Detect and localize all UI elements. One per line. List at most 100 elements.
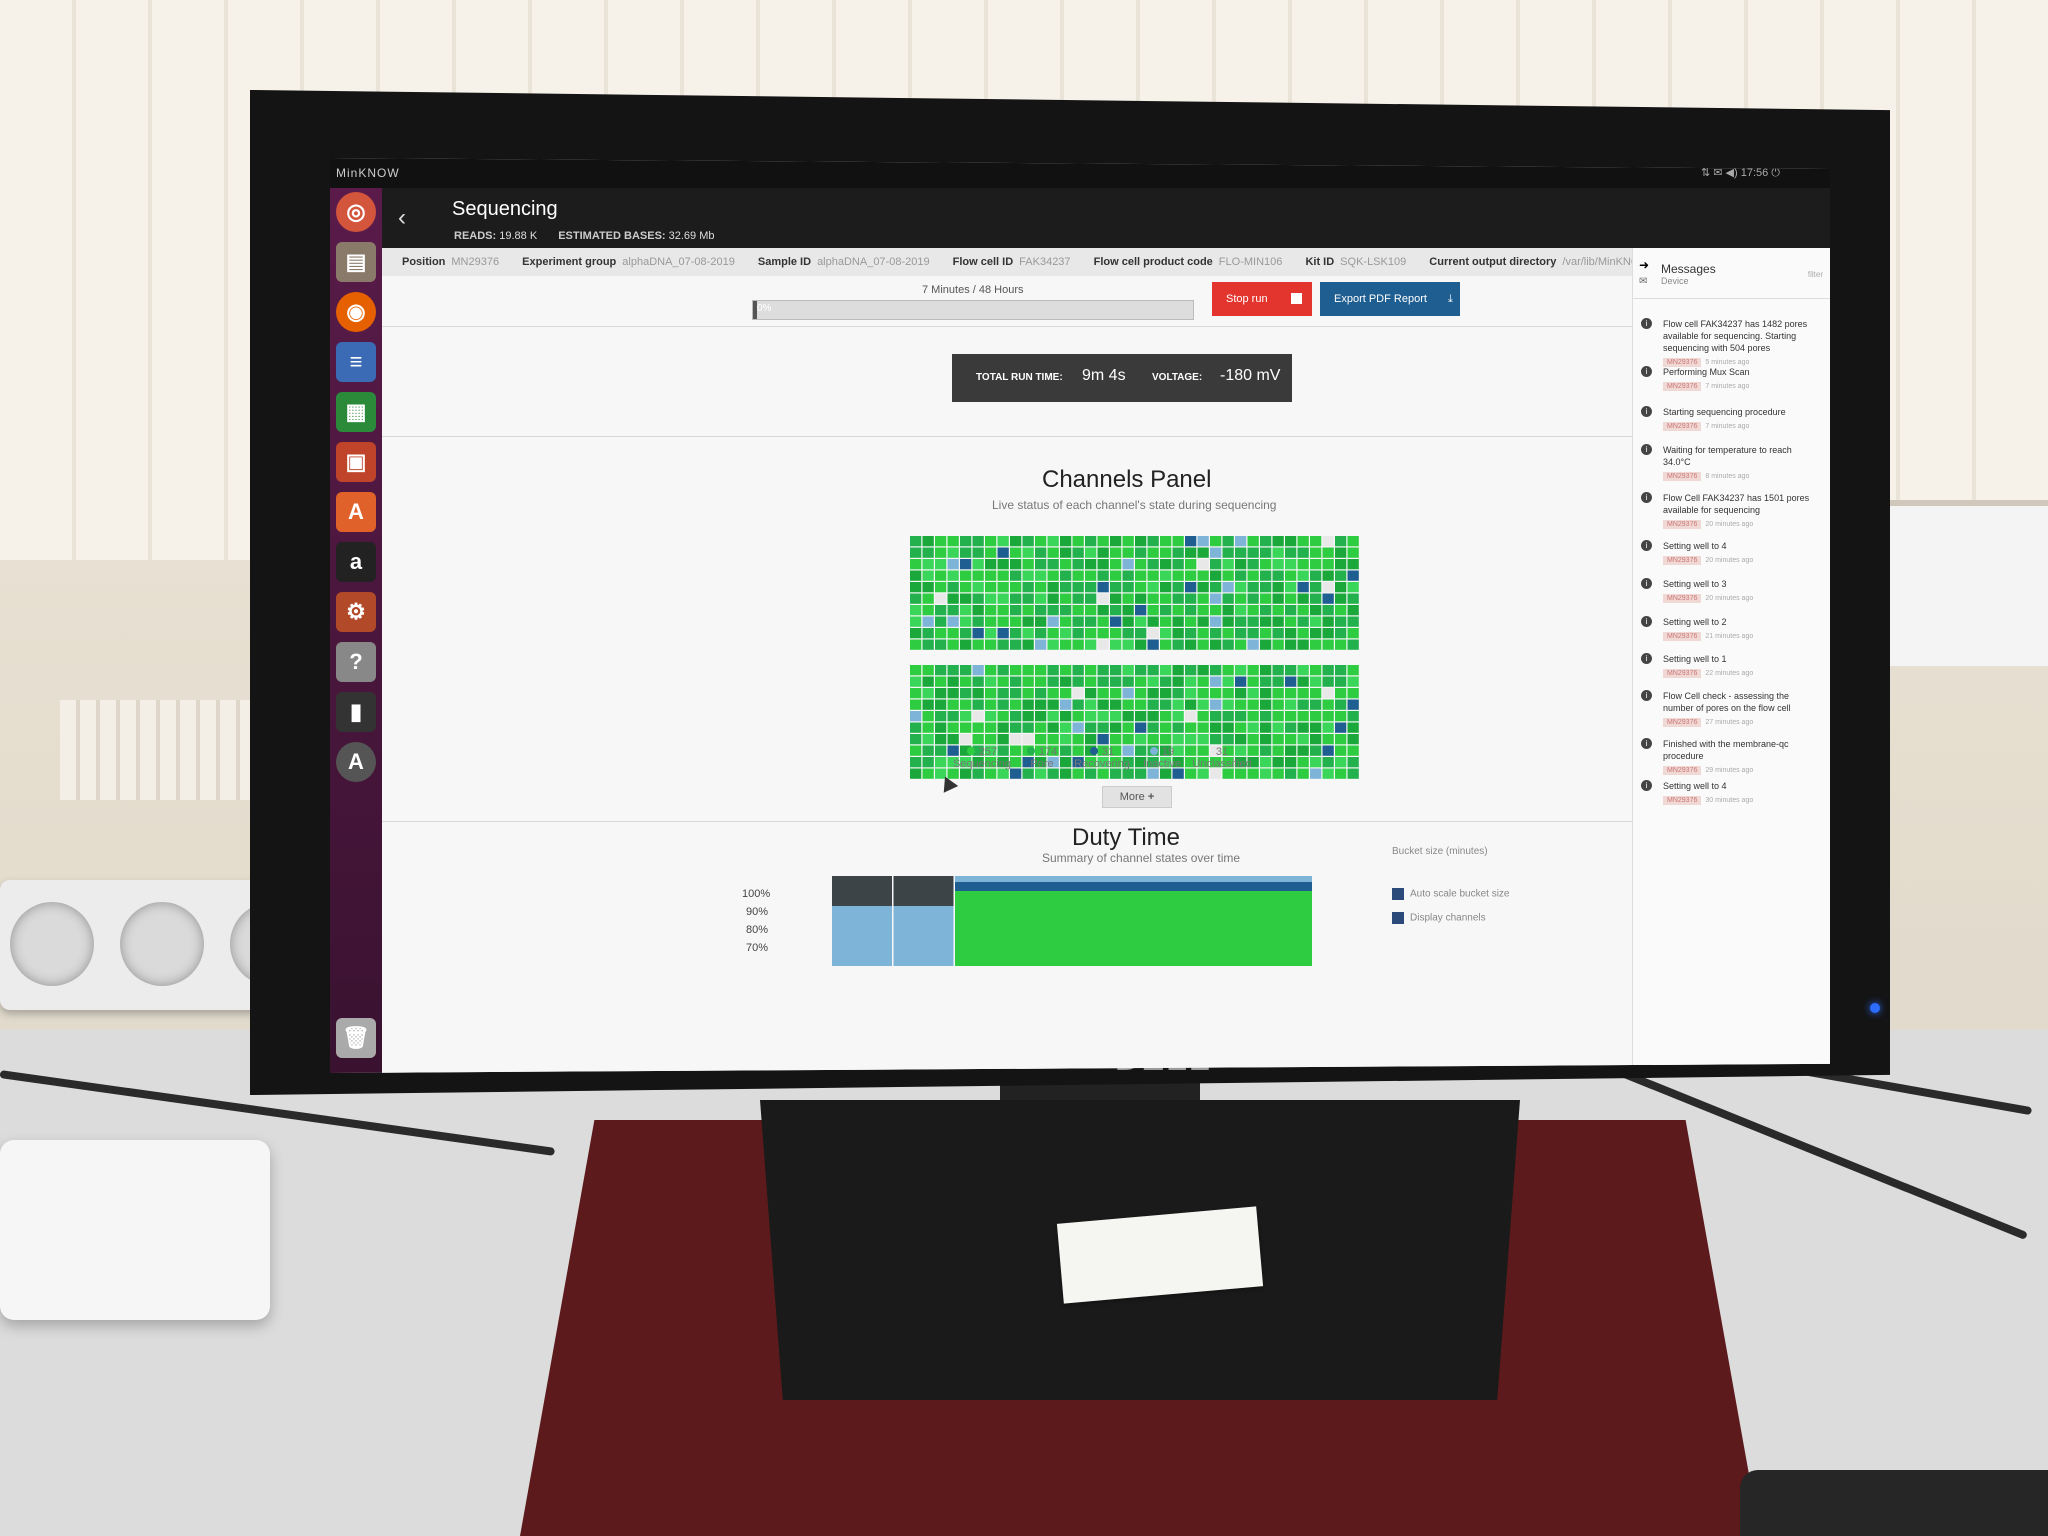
- channel-cell[interactable]: [1035, 605, 1047, 616]
- channel-cell[interactable]: [1110, 722, 1122, 733]
- channel-cell[interactable]: [1085, 582, 1097, 593]
- channel-cell[interactable]: [922, 582, 934, 593]
- channel-cell[interactable]: [1247, 676, 1259, 687]
- channel-cell[interactable]: [1210, 639, 1222, 650]
- channel-cell[interactable]: [985, 582, 997, 593]
- channel-cell[interactable]: [1285, 593, 1297, 604]
- channel-cell[interactable]: [1035, 570, 1047, 581]
- channel-cell[interactable]: [1247, 665, 1259, 676]
- channel-cell[interactable]: [1297, 616, 1309, 627]
- channel-cell[interactable]: [1210, 628, 1222, 639]
- channel-cell[interactable]: [1210, 676, 1222, 687]
- channel-cell[interactable]: [1310, 768, 1322, 779]
- channel-cell[interactable]: [1072, 768, 1084, 779]
- channel-cell[interactable]: [960, 639, 972, 650]
- channel-cell[interactable]: [972, 676, 984, 687]
- channel-cell[interactable]: [1172, 699, 1184, 710]
- channel-cell[interactable]: [1172, 734, 1184, 745]
- channel-cell[interactable]: [1035, 547, 1047, 558]
- channel-cell[interactable]: [935, 559, 947, 570]
- channel-cell[interactable]: [985, 734, 997, 745]
- channel-cell[interactable]: [1147, 639, 1159, 650]
- channel-cell[interactable]: [1135, 605, 1147, 616]
- channel-cell[interactable]: [1235, 593, 1247, 604]
- channel-cell[interactable]: [935, 628, 947, 639]
- channel-cell[interactable]: [1147, 688, 1159, 699]
- channel-cell[interactable]: [1097, 699, 1109, 710]
- channel-cell[interactable]: [1347, 734, 1359, 745]
- channel-cell[interactable]: [947, 665, 959, 676]
- channel-cell[interactable]: [1060, 628, 1072, 639]
- channel-cell[interactable]: [1197, 711, 1209, 722]
- channel-cell[interactable]: [1247, 570, 1259, 581]
- channel-cell[interactable]: [1172, 711, 1184, 722]
- channel-cell[interactable]: [1135, 570, 1147, 581]
- channel-cell[interactable]: [1172, 688, 1184, 699]
- channel-cell[interactable]: [1122, 582, 1134, 593]
- channel-cell[interactable]: [1297, 676, 1309, 687]
- channel-cell[interactable]: [1347, 628, 1359, 639]
- channel-cell[interactable]: [1222, 593, 1234, 604]
- channel-cell[interactable]: [1247, 616, 1259, 627]
- channel-cell[interactable]: [922, 734, 934, 745]
- channel-cell[interactable]: [985, 639, 997, 650]
- channel-cell[interactable]: [972, 628, 984, 639]
- channel-cell[interactable]: [1135, 559, 1147, 570]
- channel-cell[interactable]: [1197, 639, 1209, 650]
- channel-cell[interactable]: [1272, 547, 1284, 558]
- channel-cell[interactable]: [1310, 536, 1322, 547]
- channel-cell[interactable]: [1185, 676, 1197, 687]
- channel-cell[interactable]: [1135, 734, 1147, 745]
- channel-cell[interactable]: [1035, 665, 1047, 676]
- channel-cell[interactable]: [1110, 616, 1122, 627]
- channel-cell[interactable]: [935, 605, 947, 616]
- channel-cell[interactable]: [1097, 722, 1109, 733]
- channel-cell[interactable]: [1210, 536, 1222, 547]
- channel-cell[interactable]: [1035, 582, 1047, 593]
- channel-cell[interactable]: [1060, 768, 1072, 779]
- channel-cell[interactable]: [1222, 536, 1234, 547]
- channel-cell[interactable]: [1172, 559, 1184, 570]
- channel-cell[interactable]: [1347, 711, 1359, 722]
- channel-cell[interactable]: [1110, 605, 1122, 616]
- channel-cell[interactable]: [1110, 676, 1122, 687]
- channel-cell[interactable]: [1285, 711, 1297, 722]
- channel-cell[interactable]: [1335, 665, 1347, 676]
- channel-cell[interactable]: [1185, 547, 1197, 558]
- channel-cell[interactable]: [1322, 570, 1334, 581]
- channel-cell[interactable]: [1297, 757, 1309, 768]
- channel-cell[interactable]: [1085, 616, 1097, 627]
- channel-cell[interactable]: [1110, 734, 1122, 745]
- channel-cell[interactable]: [985, 616, 997, 627]
- channel-cell[interactable]: [1285, 639, 1297, 650]
- channel-cell[interactable]: [1197, 593, 1209, 604]
- channel-cell[interactable]: [985, 570, 997, 581]
- channel-cell[interactable]: [1122, 639, 1134, 650]
- channel-cell[interactable]: [1235, 676, 1247, 687]
- channel-cell[interactable]: [1347, 547, 1359, 558]
- channel-cell[interactable]: [1010, 605, 1022, 616]
- channel-cell[interactable]: [1310, 665, 1322, 676]
- channel-cell[interactable]: [1197, 547, 1209, 558]
- channel-cell[interactable]: [1072, 639, 1084, 650]
- channel-cell[interactable]: [985, 605, 997, 616]
- channel-cell[interactable]: [1222, 547, 1234, 558]
- channel-cell[interactable]: [1072, 711, 1084, 722]
- channel-cell[interactable]: [1210, 582, 1222, 593]
- channel-cell[interactable]: [1297, 745, 1309, 756]
- channel-cell[interactable]: [1072, 734, 1084, 745]
- channel-cell[interactable]: [1022, 711, 1034, 722]
- channel-cell[interactable]: [1135, 722, 1147, 733]
- channel-cell[interactable]: [1135, 699, 1147, 710]
- channel-cell[interactable]: [1322, 734, 1334, 745]
- channel-cell[interactable]: [1285, 699, 1297, 710]
- channel-cell[interactable]: [1322, 722, 1334, 733]
- channel-cell[interactable]: [1135, 582, 1147, 593]
- channel-cell[interactable]: [1210, 699, 1222, 710]
- channel-cell[interactable]: [997, 676, 1009, 687]
- channel-cell[interactable]: [1222, 616, 1234, 627]
- channel-cell[interactable]: [1297, 570, 1309, 581]
- channel-cell[interactable]: [1347, 757, 1359, 768]
- channel-cell[interactable]: [1272, 582, 1284, 593]
- channel-cell[interactable]: [910, 570, 922, 581]
